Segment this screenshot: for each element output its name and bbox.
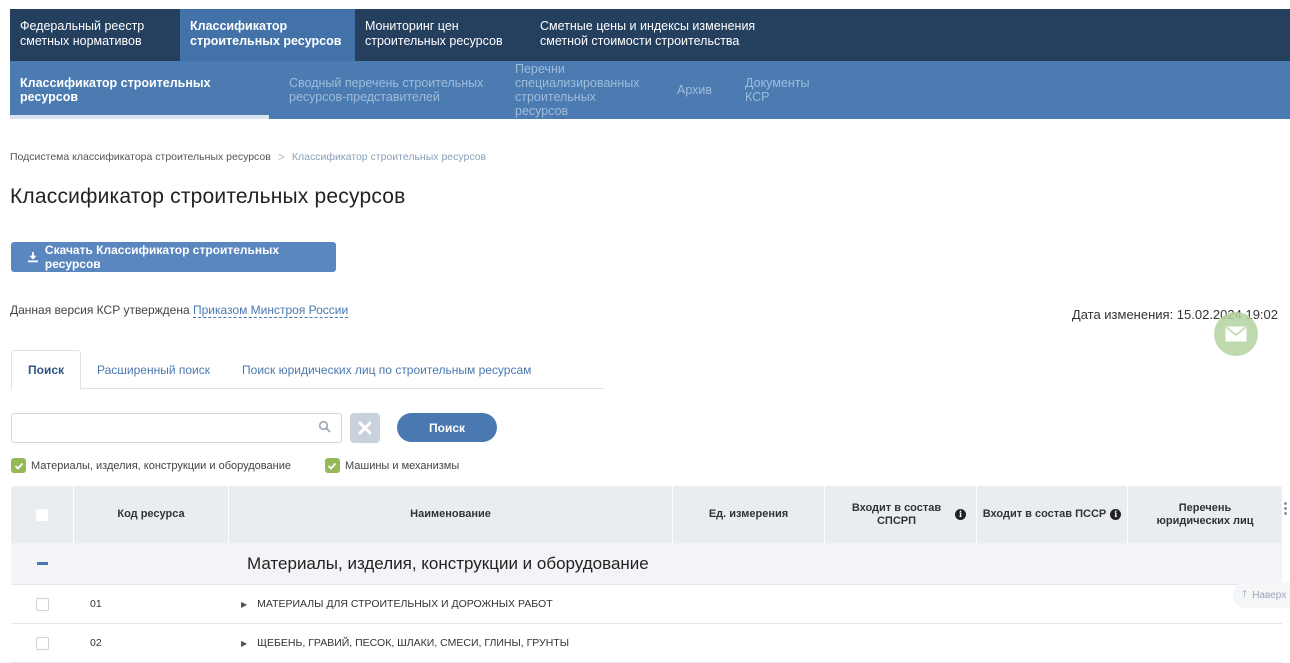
breadcrumb-root[interactable]: Подсистема классификатора строительных р… bbox=[10, 151, 271, 163]
page-title: Классификатор строительных ресурсов bbox=[10, 185, 406, 208]
column-settings-icon[interactable] bbox=[1284, 502, 1288, 515]
resource-type-filters: Материалы, изделия, конструкции и оборуд… bbox=[11, 458, 459, 473]
search-input[interactable] bbox=[11, 413, 342, 443]
search-icon[interactable] bbox=[318, 420, 332, 434]
row-name-text: МАТЕРИАЛЫ ДЛЯ СТРОИТЕЛЬНЫХ И ДОРОЖНЫХ РА… bbox=[257, 598, 553, 610]
approval-text: Данная версия КСР утверждена bbox=[10, 303, 193, 317]
header-spsrp: Входит в состав СПСРП i bbox=[825, 486, 977, 543]
clear-search-button[interactable] bbox=[350, 413, 380, 443]
header-pssr: Входит в состав ПССР i bbox=[977, 486, 1128, 543]
breadcrumb-current: Классификатор строительных ресурсов bbox=[291, 151, 487, 163]
topnav-item-label: Классификатор строительных ресурсов bbox=[190, 19, 342, 48]
arrow-up-icon: 🡑 bbox=[1242, 588, 1248, 600]
header-name[interactable]: Наименование bbox=[229, 486, 673, 543]
search-tabs: Поиск Расширенный поиск Поиск юридически… bbox=[11, 350, 604, 390]
tab-advanced-search[interactable]: Расширенный поиск bbox=[81, 350, 226, 389]
back-to-top-label: Наверх bbox=[1252, 589, 1287, 601]
download-classifier-button[interactable]: Скачать Классификатор строительных ресур… bbox=[11, 242, 336, 272]
subnav-item-classifier[interactable]: Классификатор строительных ресурсов bbox=[10, 61, 269, 119]
filter-label: Материалы, изделия, конструкции и оборуд… bbox=[31, 459, 291, 472]
tab-legal-entities-search[interactable]: Поиск юридических лиц по строительным ре… bbox=[226, 350, 547, 389]
filter-label: Машины и механизмы bbox=[344, 459, 460, 472]
checkbox-checked-icon[interactable] bbox=[11, 458, 26, 473]
row-checkbox[interactable] bbox=[11, 597, 74, 611]
sub-navigation: Классификатор строительных ресурсов Свод… bbox=[10, 61, 1290, 119]
filter-materials[interactable]: Материалы, изделия, конструкции и оборуд… bbox=[11, 458, 291, 473]
back-to-top-button[interactable]: 🡑 Наверх bbox=[1233, 582, 1290, 608]
expand-triangle-icon[interactable]: ▶ bbox=[241, 639, 247, 648]
header-legal-entities: Перечень юридических лиц bbox=[1156, 501, 1254, 527]
row-checkbox[interactable] bbox=[11, 636, 74, 650]
search-button[interactable]: Поиск bbox=[397, 413, 497, 442]
tab-search[interactable]: Поиск bbox=[11, 350, 82, 390]
expand-triangle-icon[interactable]: ▶ bbox=[241, 600, 247, 609]
table-row: 01 ▶ МАТЕРИАЛЫ ДЛЯ СТРОИТЕЛЬНЫХ И ДОРОЖН… bbox=[11, 585, 1282, 624]
subnav-item-specialized-lists[interactable]: Перечни специализированных строительных … bbox=[497, 61, 659, 119]
table-row: 02 ▶ ЩЕБЕНЬ, ГРАВИЙ, ПЕСОК, ШЛАКИ, СМЕСИ… bbox=[11, 624, 1282, 663]
select-all-checkbox[interactable] bbox=[36, 508, 48, 521]
breadcrumb: Подсистема классификатора строительных р… bbox=[10, 150, 486, 164]
row-name[interactable]: ▶ ЩЕБЕНЬ, ГРАВИЙ, ПЕСОК, ШЛАКИ, СМЕСИ, Г… bbox=[229, 637, 569, 649]
download-icon bbox=[27, 252, 38, 263]
approval-note: Данная версия КСР утверждена Приказом Ми… bbox=[10, 303, 349, 318]
topnav-item-prices[interactable]: Сметные цены и индексы изменения сметной… bbox=[530, 9, 790, 61]
info-icon[interactable]: i bbox=[1110, 509, 1122, 520]
subnav-item-summary-list[interactable]: Сводный перечень строительных ресурсов-п… bbox=[269, 61, 497, 119]
header-code[interactable]: Код ресурса bbox=[74, 486, 229, 543]
table-header: Код ресурса Наименование Ед. измерения В… bbox=[11, 486, 1282, 543]
download-button-label: Скачать Классификатор строительных ресур… bbox=[44, 243, 280, 271]
group-row: Материалы, изделия, конструкции и оборуд… bbox=[11, 543, 1282, 585]
header-unit[interactable]: Ед. измерения bbox=[673, 486, 825, 543]
header-select-all bbox=[11, 486, 74, 543]
close-icon bbox=[358, 421, 372, 435]
row-code: 02 bbox=[90, 637, 102, 649]
row-name-text: ЩЕБЕНЬ, ГРАВИЙ, ПЕСОК, ШЛАКИ, СМЕСИ, ГЛИ… bbox=[257, 637, 570, 649]
topnav-item-monitoring[interactable]: Мониторинг цен строительных ресурсов bbox=[355, 9, 530, 61]
collapse-group-icon[interactable] bbox=[11, 562, 74, 565]
subnav-item-archive[interactable]: Архив bbox=[659, 61, 735, 119]
topnav-item-classifier[interactable]: Классификатор строительных ресурсов bbox=[180, 9, 355, 61]
filter-machines[interactable]: Машины и механизмы bbox=[324, 458, 460, 473]
row-name[interactable]: ▶ МАТЕРИАЛЫ ДЛЯ СТРОИТЕЛЬНЫХ И ДОРОЖНЫХ … bbox=[229, 598, 553, 610]
subnav-item-documents[interactable]: Документы КСР bbox=[735, 61, 845, 119]
feedback-mail-button[interactable] bbox=[1214, 312, 1258, 356]
order-link[interactable]: Приказом Минстроя России bbox=[192, 303, 349, 318]
top-navigation: Федеральный реестр сметных нормативов Кл… bbox=[10, 9, 1290, 61]
topnav-item-registry[interactable]: Федеральный реестр сметных нормативов bbox=[10, 9, 180, 61]
topnav-item-label: Федеральный реестр сметных нормативов bbox=[20, 19, 145, 48]
envelope-icon bbox=[1225, 326, 1247, 342]
checkbox-checked-icon[interactable] bbox=[324, 458, 340, 473]
topnav-item-label: Мониторинг цен строительных ресурсов bbox=[365, 19, 503, 48]
header-pssr-label: Входит в состав ПССР bbox=[982, 508, 1107, 520]
info-icon[interactable]: i bbox=[955, 509, 966, 520]
breadcrumb-separator-icon: > bbox=[277, 150, 285, 164]
row-code: 01 bbox=[90, 598, 102, 610]
header-spsrp-label: Входит в состав СПСРП bbox=[851, 501, 942, 527]
topnav-item-label: Сметные цены и индексы изменения сметной… bbox=[540, 19, 756, 48]
resources-table: Код ресурса Наименование Ед. измерения В… bbox=[11, 486, 1282, 663]
group-title: Материалы, изделия, конструкции и оборуд… bbox=[247, 553, 649, 573]
